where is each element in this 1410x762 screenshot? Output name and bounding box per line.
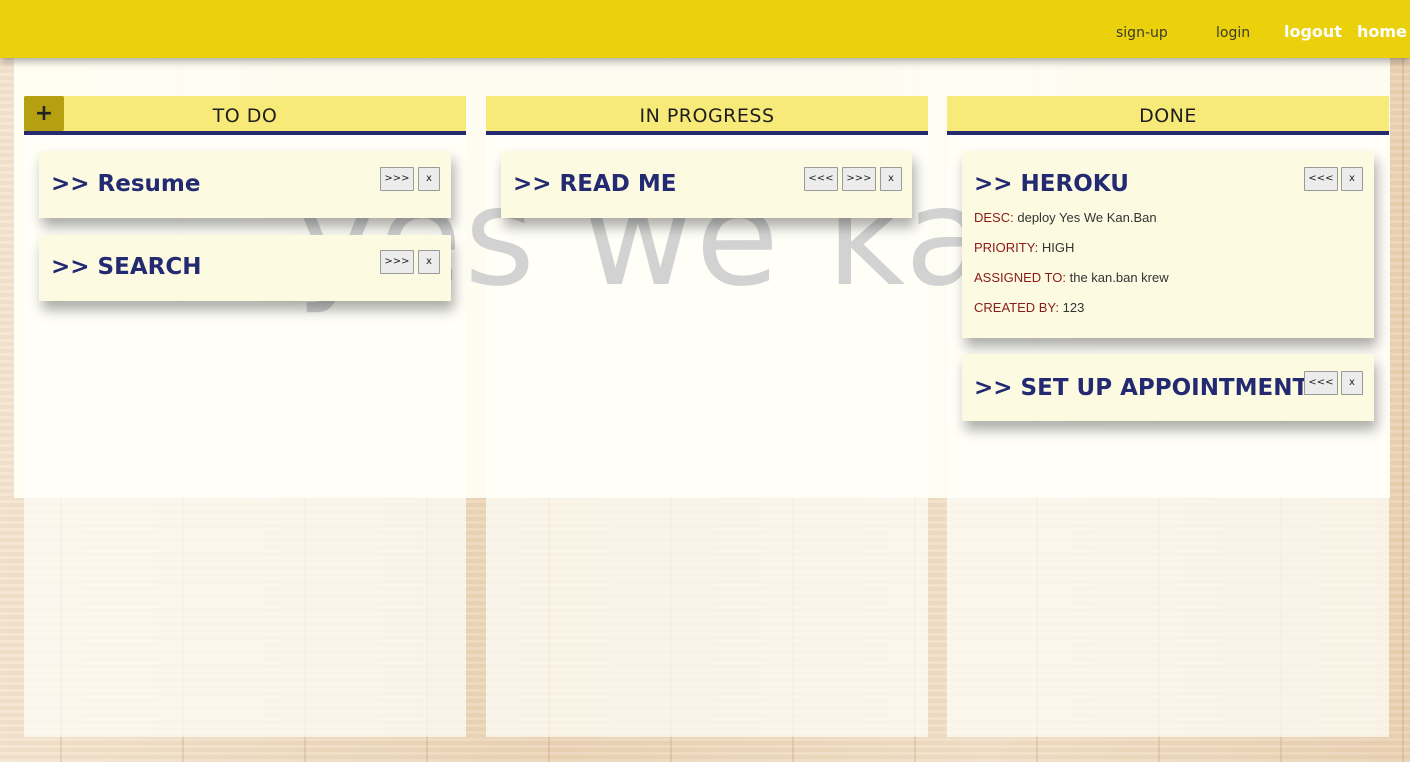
detail-description: DESC: deploy Yes We Kan.Ban	[974, 210, 1157, 225]
delete-button[interactable]: x	[418, 167, 440, 191]
in-progress-column-header: IN PROGRESS	[486, 96, 928, 135]
detail-priority: PRIORITY: HIGH	[974, 240, 1074, 255]
done-column-header: DONE	[947, 96, 1389, 135]
detail-value: HIGH	[1041, 240, 1075, 255]
move-back-button[interactable]: <<<	[1304, 167, 1338, 191]
delete-button[interactable]: x	[1341, 371, 1363, 395]
detail-value: deploy Yes We Kan.Ban	[1017, 210, 1157, 225]
detail-label: DESC:	[974, 210, 1014, 225]
task-card-resume[interactable]: >> Resume >>> x	[39, 151, 451, 218]
todo-column-header: TO DO	[24, 96, 466, 135]
login-link[interactable]: login	[1216, 25, 1250, 41]
logout-link[interactable]: logout	[1284, 22, 1342, 41]
detail-value: 123	[1062, 300, 1085, 315]
home-link[interactable]: home	[1357, 22, 1407, 41]
move-back-button[interactable]: <<<	[804, 167, 838, 191]
move-forward-button[interactable]: >>>	[380, 167, 414, 191]
top-nav-bar: sign-up login logout home	[0, 0, 1410, 58]
detail-assigned-to: ASSIGNED TO: the kan.ban krew	[974, 270, 1169, 285]
delete-button[interactable]: x	[1341, 167, 1363, 191]
task-card-set-up-appointment[interactable]: >> SET UP APPOINTMENT <<< x	[962, 354, 1374, 421]
move-forward-button[interactable]: >>>	[842, 167, 876, 191]
card-title: >> READ ME	[513, 171, 677, 197]
task-card-heroku[interactable]: >> HEROKU <<< x DESC: deploy Yes We Kan.…	[962, 151, 1374, 338]
card-title: >> HEROKU	[974, 171, 1129, 197]
delete-button[interactable]: x	[880, 167, 902, 191]
move-back-button[interactable]: <<<	[1304, 371, 1338, 395]
card-title: >> SET UP APPOINTMENT	[974, 375, 1309, 401]
delete-button[interactable]: x	[418, 250, 440, 274]
detail-value: the kan.ban krew	[1069, 270, 1169, 285]
move-forward-button[interactable]: >>>	[380, 250, 414, 274]
detail-label: ASSIGNED TO:	[974, 270, 1066, 285]
add-task-button[interactable]: +	[24, 96, 64, 131]
card-title: >> Resume	[51, 171, 201, 197]
task-card-read-me[interactable]: >> READ ME <<< >>> x	[501, 151, 912, 218]
detail-label: CREATED BY:	[974, 300, 1060, 315]
task-card-search[interactable]: >> SEARCH >>> x	[39, 235, 451, 301]
nav-links: sign-up login logout home	[1090, 0, 1410, 58]
signup-link[interactable]: sign-up	[1116, 25, 1168, 41]
card-title: >> SEARCH	[51, 254, 202, 280]
detail-created-by: CREATED BY: 123	[974, 300, 1084, 315]
detail-label: PRIORITY:	[974, 240, 1039, 255]
